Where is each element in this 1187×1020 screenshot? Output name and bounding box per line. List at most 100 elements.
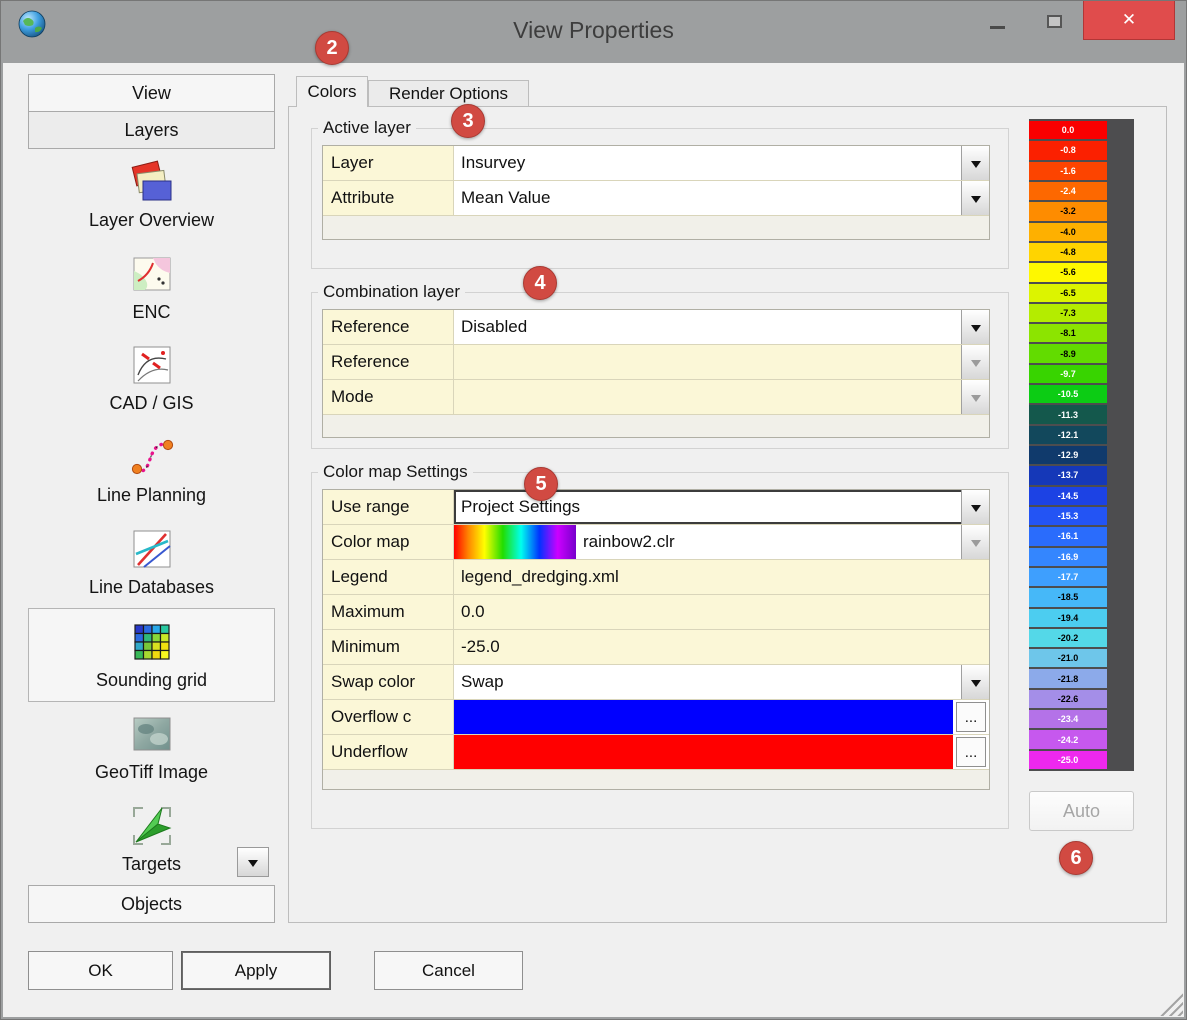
auto-button[interactable]: Auto — [1029, 791, 1134, 831]
field-value: 0.0 — [454, 595, 989, 629]
dropdown-arrow-button — [961, 380, 989, 414]
dropdown-arrow-button[interactable] — [961, 490, 989, 524]
sidebar-item-label: Line Planning — [97, 485, 206, 506]
underflow-color-swatch — [454, 735, 953, 769]
sidebar-item-sounding-grid[interactable]: Sounding grid — [28, 608, 275, 702]
field-label: Overflow c — [323, 700, 454, 734]
property-row: Use rangeProject Settings — [323, 490, 989, 525]
property-row: Minimum-25.0 — [323, 630, 989, 665]
geotiff-image-icon — [129, 711, 175, 757]
color-scale-legend: 0.0-0.8-1.6-2.4-3.2-4.0-4.8-5.6-6.5-7.3-… — [1029, 119, 1134, 771]
color-scale-entry: -23.4 — [1029, 709, 1134, 729]
chevron-down-icon — [971, 360, 981, 367]
color-scale-entry: -20.2 — [1029, 628, 1134, 648]
chevron-down-icon — [971, 196, 981, 203]
chevron-down-icon — [971, 395, 981, 402]
color-scale-swatch: -25.0 — [1029, 751, 1107, 769]
minimize-button[interactable] — [980, 7, 1014, 35]
ok-button[interactable]: OK — [28, 951, 173, 990]
color-scale-swatch: -5.6 — [1029, 263, 1107, 281]
chevron-down-icon — [971, 680, 981, 687]
field-label: Color map — [323, 525, 454, 559]
color-scale-entry: -25.0 — [1029, 750, 1134, 770]
field-label: Layer — [323, 146, 454, 180]
apply-button[interactable]: Apply — [181, 951, 331, 990]
sidebar-item-enc[interactable]: ENC — [28, 241, 275, 333]
tab-render-options[interactable]: Render Options — [368, 80, 529, 106]
field-label: Minimum — [323, 630, 454, 664]
color-scale-swatch: -11.3 — [1029, 405, 1107, 423]
color-scale-swatch: -23.4 — [1029, 710, 1107, 728]
dropdown-arrow-button[interactable] — [961, 146, 989, 180]
color-scale-entry: -5.6 — [1029, 262, 1134, 282]
sidebar-item-cad-gis[interactable]: CAD / GIS — [28, 333, 275, 425]
property-row: LayerInsurvey — [323, 146, 989, 181]
reference-combobox[interactable]: Disabled — [454, 310, 989, 344]
annotation-badge-5: 5 — [524, 467, 558, 501]
color-scale-entry: -19.4 — [1029, 608, 1134, 628]
dropdown-arrow-button[interactable] — [961, 181, 989, 215]
color-scale-swatch: -19.4 — [1029, 609, 1107, 627]
sidebar-item-targets[interactable]: Targets — [28, 793, 275, 885]
dropdown-arrow-button[interactable] — [961, 310, 989, 344]
view-properties-dialog: View Properties ✕ View Layers Layer Over… — [0, 0, 1187, 1020]
layers-panel-button[interactable]: Layers — [28, 111, 275, 149]
overflow-c-browse-button[interactable]: ... — [956, 702, 986, 732]
tab-colors[interactable]: Colors — [296, 76, 368, 107]
cad-gis-icon — [129, 342, 175, 388]
chevron-down-icon — [248, 860, 258, 867]
view-panel-button[interactable]: View — [28, 74, 275, 112]
chevron-down-icon — [971, 540, 981, 547]
field-value — [454, 380, 961, 414]
line-databases-icon — [129, 526, 175, 572]
color-scale-entry: -4.8 — [1029, 242, 1134, 262]
field-label: Swap color — [323, 665, 454, 699]
underflow-browse-button[interactable]: ... — [956, 737, 986, 767]
layer-combobox[interactable]: Insurvey — [454, 146, 989, 180]
sidebar-item-layer-overview[interactable]: Layer Overview — [28, 149, 275, 241]
color-scale-entry: -7.3 — [1029, 303, 1134, 323]
color-scale-swatch: -24.2 — [1029, 730, 1107, 748]
field-label: Reference — [323, 345, 454, 379]
color-scale-entry: -12.9 — [1029, 445, 1134, 465]
sidebar-item-line-planning[interactable]: Line Planning — [28, 424, 275, 516]
property-row: Underflow... — [323, 735, 989, 770]
sidebar-item-line-databases[interactable]: Line Databases — [28, 516, 275, 608]
property-row: ReferenceDisabled — [323, 310, 989, 345]
color-scale-swatch: -9.7 — [1029, 365, 1107, 383]
maximize-button[interactable] — [1037, 7, 1071, 35]
mode-combobox — [454, 380, 989, 414]
attribute-combobox[interactable]: Mean Value — [454, 181, 989, 215]
field-label: Mode — [323, 380, 454, 414]
targets-dropdown-button[interactable] — [237, 847, 269, 877]
legend-field: legend_dredging.xml — [454, 560, 989, 594]
dropdown-arrow-button[interactable] — [961, 665, 989, 699]
color-scale-entry: -22.6 — [1029, 689, 1134, 709]
swap-color-combobox[interactable]: Swap — [454, 665, 989, 699]
color-scale-entry: -8.1 — [1029, 323, 1134, 343]
color-scale-swatch: -3.2 — [1029, 202, 1107, 220]
cancel-button[interactable]: Cancel — [374, 951, 523, 990]
property-row: AttributeMean Value — [323, 181, 989, 216]
color-scale-entry: -24.2 — [1029, 729, 1134, 749]
field-label: Attribute — [323, 181, 454, 215]
layers-list: Layer Overview ENC CAD / GIS Line Planni… — [28, 149, 275, 885]
underflow-color-field: ... — [454, 735, 989, 769]
targets-icon — [129, 803, 175, 849]
sidebar-item-geotiff-image[interactable]: GeoTiff Image — [28, 702, 275, 794]
objects-panel-button[interactable]: Objects — [28, 885, 275, 923]
color-scale-swatch: -4.0 — [1029, 223, 1107, 241]
color-scale-swatch: -2.4 — [1029, 182, 1107, 200]
overflow-c-color-field: ... — [454, 700, 989, 734]
field-label: Legend — [323, 560, 454, 594]
color-scale-swatch: -18.5 — [1029, 588, 1107, 606]
color-scale-swatch: 0.0 — [1029, 121, 1107, 139]
color-scale-swatch: -12.9 — [1029, 446, 1107, 464]
color-scale-swatch: -13.7 — [1029, 466, 1107, 484]
color-scale-swatch: -21.0 — [1029, 649, 1107, 667]
color-scale-swatch: -8.9 — [1029, 344, 1107, 362]
color-scale-entry: -21.8 — [1029, 668, 1134, 688]
sidebar-item-label: Layer Overview — [89, 210, 214, 231]
title-bar[interactable]: View Properties ✕ — [1, 1, 1186, 63]
close-button[interactable]: ✕ — [1083, 1, 1175, 40]
